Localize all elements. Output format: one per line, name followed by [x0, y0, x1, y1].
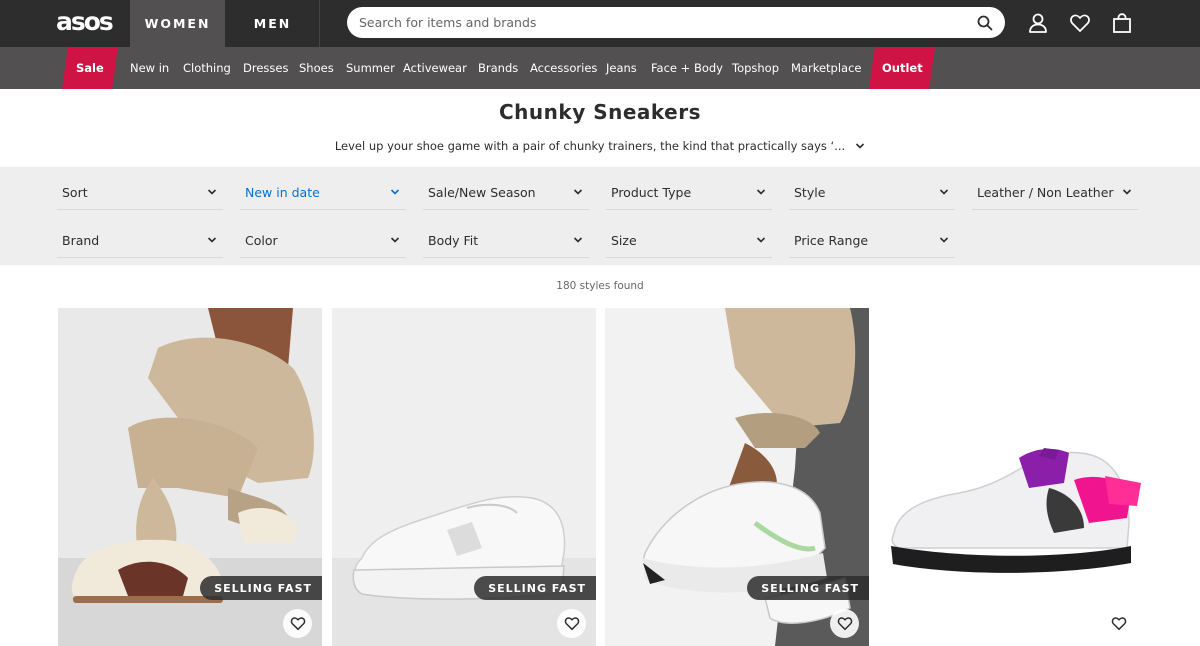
filter-product-type[interactable]: Product Type [606, 175, 772, 210]
product-card[interactable]: SELLING FAST [332, 308, 596, 646]
chevron-down-icon [573, 189, 583, 195]
chevron-down-icon [756, 189, 766, 195]
heart-icon [837, 617, 852, 631]
account-icon[interactable] [1027, 12, 1051, 36]
filter-sale-new-season[interactable]: Sale/New Season [423, 175, 589, 210]
filter-new-in-date[interactable]: New in date [240, 175, 406, 210]
chevron-down-icon [756, 237, 766, 243]
filter-color[interactable]: Color [240, 223, 406, 258]
chevron-down-icon [939, 189, 949, 195]
search-icon[interactable] [977, 15, 993, 31]
filter-size[interactable]: Size [606, 223, 772, 258]
filter-body-fit[interactable]: Body Fit [423, 223, 589, 258]
asos-logo[interactable]: asos [56, 8, 114, 36]
save-for-later-button[interactable] [557, 609, 586, 638]
product-card[interactable]: SELLING FAST [58, 308, 322, 646]
save-for-later-button[interactable] [283, 609, 312, 638]
filter-leather-non-leather[interactable]: Leather / Non Leather [972, 175, 1138, 210]
heart-icon [1111, 617, 1126, 631]
nav-item-clothing[interactable]: Clothing [183, 47, 231, 89]
nav-item-outlet[interactable]: Outlet [869, 47, 935, 89]
product-card[interactable]: SELLING FAST [605, 308, 869, 646]
bag-icon[interactable] [1111, 12, 1135, 36]
nav-item-summer[interactable]: Summer [346, 47, 395, 89]
nav-item-new-in[interactable]: New in [130, 47, 169, 89]
nav-item-brands[interactable]: Brands [478, 47, 518, 89]
nav-item-jeans[interactable]: Jeans [606, 47, 637, 89]
filter-price-range[interactable]: Price Range [789, 223, 955, 258]
chevron-down-icon [207, 237, 217, 243]
filter-sort[interactable]: Sort [57, 175, 223, 210]
heart-icon [290, 617, 305, 631]
search-bar[interactable]: Search for items and brands [347, 7, 1005, 38]
search-input[interactable]: Search for items and brands [359, 15, 977, 30]
chevron-down-icon [207, 189, 217, 195]
filter-bar: Sort New in date Sale/New Season Product… [0, 167, 1200, 265]
saved-items-icon[interactable] [1069, 12, 1093, 36]
nav-item-marketplace[interactable]: Marketplace [791, 47, 861, 89]
selling-fast-badge: SELLING FAST [474, 576, 596, 600]
nav-item-accessories[interactable]: Accessories [530, 47, 597, 89]
chevron-down-icon [390, 237, 400, 243]
page-title: Chunky Sneakers [499, 100, 701, 124]
nav-item-dresses[interactable]: Dresses [243, 47, 288, 89]
selling-fast-badge: SELLING FAST [200, 576, 322, 600]
chevron-down-icon [1122, 189, 1132, 195]
nav-item-sale[interactable]: Sale [62, 47, 118, 89]
tab-men[interactable]: MEN [226, 0, 320, 47]
product-card[interactable] [879, 308, 1143, 646]
category-description-text: Level up your shoe game with a pair of c… [334, 139, 846, 153]
chevron-down-icon [939, 237, 949, 243]
nav-item-topshop[interactable]: Topshop [732, 47, 779, 89]
top-bar: asos WOMEN MEN Search for items and bran… [0, 0, 1200, 47]
category-description[interactable]: Level up your shoe game with a pair of c… [0, 139, 1200, 153]
nav-item-shoes[interactable]: Shoes [299, 47, 334, 89]
tab-women[interactable]: WOMEN [130, 0, 225, 47]
category-nav: Sale New in Clothing Dresses Shoes Summe… [0, 47, 1200, 89]
chevron-down-icon [390, 189, 400, 195]
product-image [879, 308, 1143, 646]
filter-brand[interactable]: Brand [57, 223, 223, 258]
save-for-later-button[interactable] [830, 609, 859, 638]
results-count: 180 styles found [556, 280, 644, 292]
selling-fast-badge: SELLING FAST [747, 576, 869, 600]
save-for-later-button[interactable] [1104, 609, 1133, 638]
nav-item-activewear[interactable]: Activewear [403, 47, 467, 89]
filter-style[interactable]: Style [789, 175, 955, 210]
nav-item-face-body[interactable]: Face + Body [651, 47, 723, 89]
heart-icon [564, 617, 579, 631]
chevron-down-icon[interactable] [855, 139, 865, 153]
chevron-down-icon [573, 237, 583, 243]
